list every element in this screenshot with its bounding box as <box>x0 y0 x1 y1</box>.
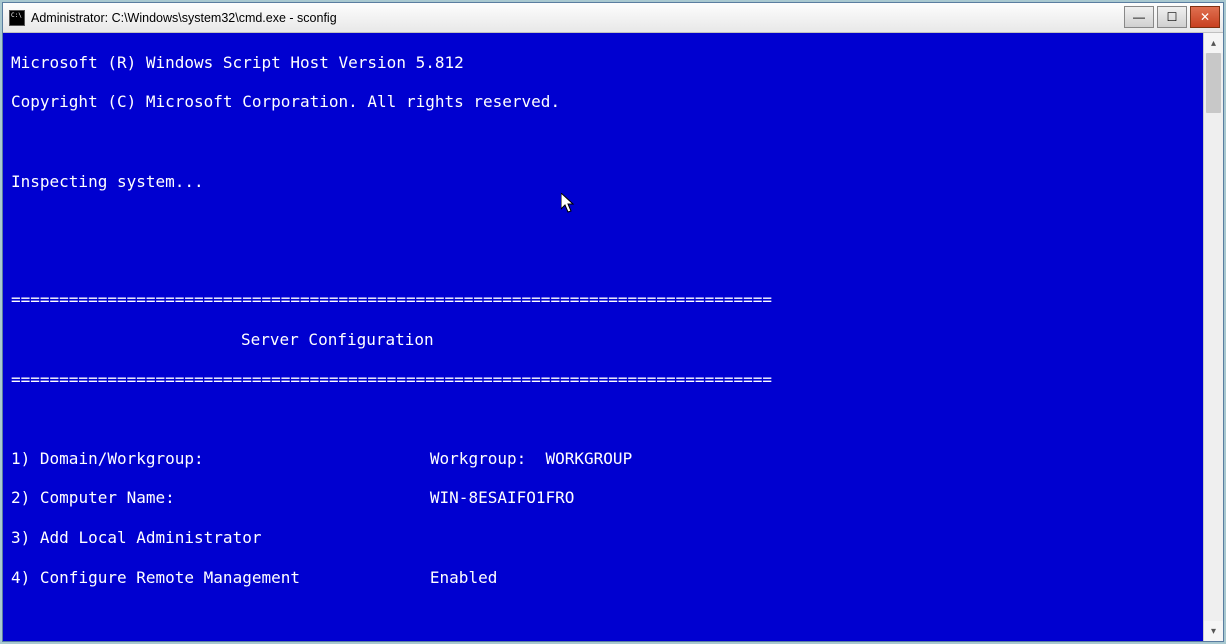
client-area: Microsoft (R) Windows Script Host Versio… <box>3 33 1223 641</box>
window-title: Administrator: C:\Windows\system32\cmd.e… <box>31 11 1124 25</box>
minimize-button[interactable]: — <box>1124 6 1154 28</box>
inspecting-line: Inspecting system... <box>11 172 1203 192</box>
close-button[interactable]: ✕ <box>1190 6 1220 28</box>
menu-item-2: 2) Computer Name:WIN-8ESAIFO1FRO <box>11 488 1203 508</box>
value-computer-name: WIN-8ESAIFO1FRO <box>430 488 575 507</box>
header-line-1: Microsoft (R) Windows Script Host Versio… <box>11 53 1203 73</box>
divider-bottom: ========================================… <box>11 370 1203 390</box>
maximize-button[interactable]: ☐ <box>1157 6 1187 28</box>
menu-item-1: 1) Domain/Workgroup:Workgroup: WORKGROUP <box>11 449 1203 469</box>
blank-line <box>11 409 1203 429</box>
titlebar[interactable]: Administrator: C:\Windows\system32\cmd.e… <box>3 3 1223 33</box>
value-workgroup: Workgroup: WORKGROUP <box>430 449 632 468</box>
blank-line <box>11 607 1203 627</box>
blank-line <box>11 251 1203 271</box>
console-output[interactable]: Microsoft (R) Windows Script Host Versio… <box>3 33 1203 641</box>
blank-line <box>11 132 1203 152</box>
cmd-window: Administrator: C:\Windows\system32\cmd.e… <box>2 2 1224 642</box>
vertical-scrollbar[interactable]: ▴ ▾ <box>1203 33 1223 641</box>
blank-line <box>11 211 1203 231</box>
scroll-track[interactable] <box>1204 53 1223 621</box>
scroll-thumb[interactable] <box>1206 53 1221 113</box>
divider-top: ========================================… <box>11 290 1203 310</box>
menu-item-3: 3) Add Local Administrator <box>11 528 1203 548</box>
menu-item-4: 4) Configure Remote ManagementEnabled <box>11 568 1203 588</box>
window-controls: — ☐ ✕ <box>1124 3 1223 32</box>
scroll-down-button[interactable]: ▾ <box>1204 621 1223 641</box>
section-title: Server Configuration <box>11 330 1203 350</box>
value-remote-mgmt: Enabled <box>430 568 497 587</box>
cmd-icon <box>9 10 25 26</box>
header-line-2: Copyright (C) Microsoft Corporation. All… <box>11 92 1203 112</box>
scroll-up-button[interactable]: ▴ <box>1204 33 1223 53</box>
